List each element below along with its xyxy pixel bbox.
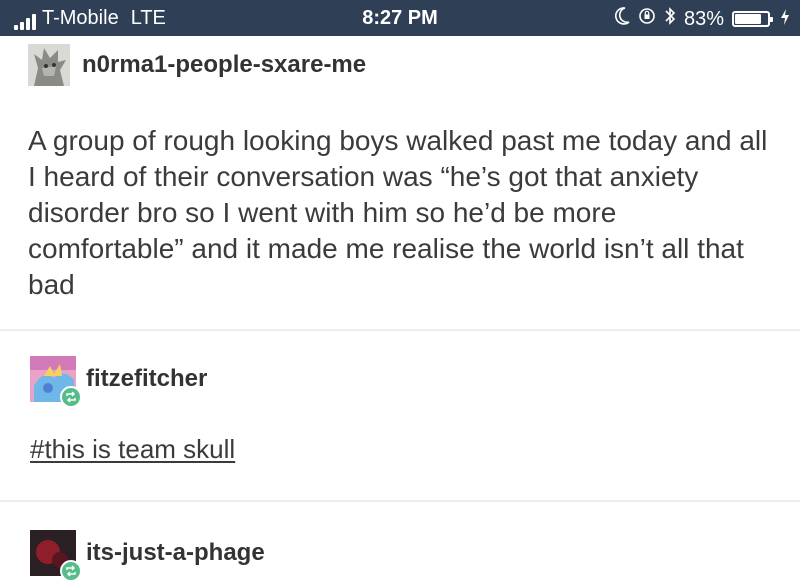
battery-percent: 83%: [683, 7, 724, 30]
moon-icon: [614, 7, 630, 31]
divider: [0, 329, 800, 331]
reblog-header: its-just-a-phage: [30, 530, 265, 582]
avatar[interactable]: [28, 44, 70, 86]
bluetooth-icon: [664, 6, 676, 32]
reblog-icon: [60, 560, 82, 582]
reblog-avatar-wrap[interactable]: [30, 530, 82, 582]
post-username[interactable]: n0rma1-people-sxare-me: [82, 51, 366, 79]
divider: [0, 500, 800, 502]
reblog-icon: [60, 386, 82, 408]
reblog-username[interactable]: its-just-a-phage: [86, 539, 265, 567]
reblog-username[interactable]: fitzefitcher: [86, 365, 207, 393]
battery-icon: [732, 11, 773, 27]
status-bar: T-Mobile LTE 8:27 PM 83%: [0, 0, 800, 36]
hashtag-link[interactable]: #this is team skull: [30, 434, 235, 465]
post-body-text: A group of rough looking boys walked pas…: [28, 125, 768, 300]
reblog-header: fitzefitcher: [30, 356, 207, 408]
status-right: 83%: [614, 6, 790, 32]
charging-icon: [780, 8, 790, 31]
reblog-avatar-wrap[interactable]: [30, 356, 82, 408]
post-header: n0rma1-people-sxare-me: [28, 44, 366, 86]
lock-rotation-icon: [638, 7, 656, 31]
